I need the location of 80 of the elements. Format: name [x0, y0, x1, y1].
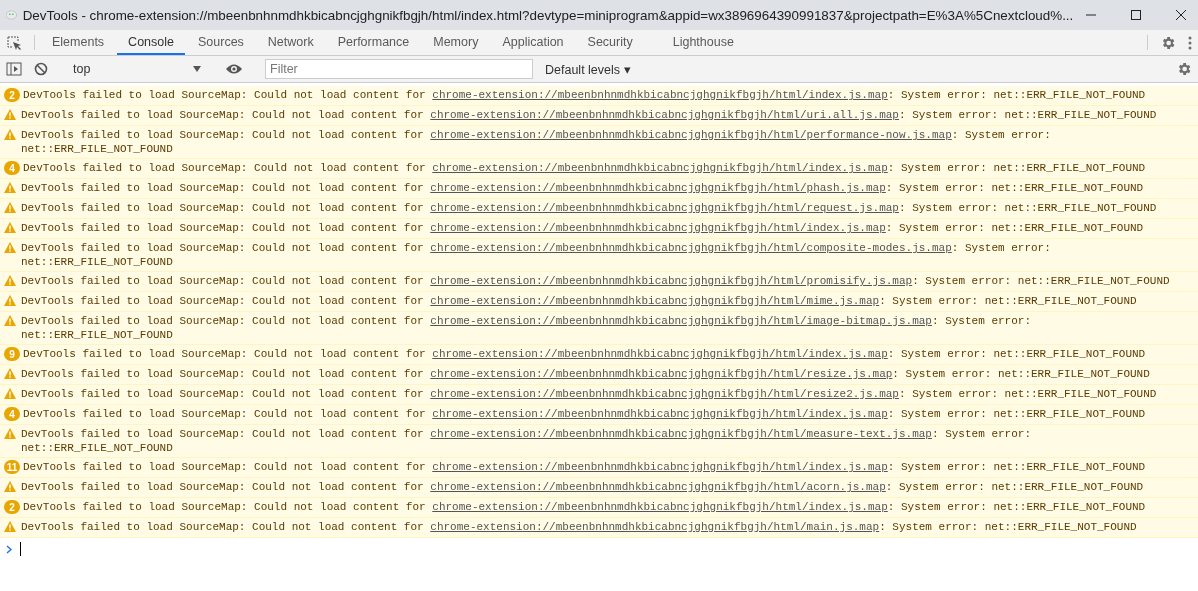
source-link[interactable]: chrome-extension://mbeenbnhnmdhkbicabncjghgnikfbgjh/html/composite-modes.js.map	[430, 242, 952, 254]
warning-icon	[4, 182, 16, 193]
prompt-icon	[6, 544, 12, 554]
message-text: DevTools failed to load SourceMap: Could not load content for chrome-extension://mbeenbnhnmdhkbicabncjghgnikfbgjh/html/main.js.map: System error: net::ERR_FILE_NOT_FOUND	[21, 520, 1137, 534]
repeat-count: 2	[4, 88, 20, 102]
message-text: DevTools failed to load SourceMap: Could not load content for chrome-extension://mbeenbnhnmdhkbicabncjghgnikfbgjh/html/index.js.map: System error: net::ERR_FILE_NOT_FOUND	[23, 500, 1146, 514]
message-text: DevTools failed to load SourceMap: Could not load content for chrome-extension://mbeenbnhnmdhkbicabncjghgnikfbgjh/html/index.js.map: System error: net::ERR_FILE_NOT_FOUND	[23, 161, 1146, 175]
message-text: DevTools failed to load SourceMap: Could not load content for chrome-extension://mbeenbnhnmdhkbicabncjghgnikfbgjh/html/index.js.map: System error: net::ERR_FILE_NOT_FOUND	[23, 460, 1146, 474]
message-text: DevTools failed to load SourceMap: Could not load content for chrome-extension://mbeenbnhnmdhkbicabncjghgnikfbgjh/html/request.js.map: System error: net::ERR_FILE_NOT_FOUND	[21, 201, 1157, 215]
panel-tab[interactable]: Sources	[187, 30, 255, 55]
source-link[interactable]: chrome-extension://mbeenbnhnmdhkbicabncjghgnikfbgjh/html/acorn.js.map	[430, 481, 886, 493]
app-icon	[6, 9, 17, 21]
warning-icon	[4, 368, 16, 379]
source-link[interactable]: chrome-extension://mbeenbnhnmdhkbicabncjghgnikfbgjh/html/mime.js.map	[430, 295, 880, 307]
repeat-count: 4	[4, 407, 20, 421]
repeat-count: 9	[4, 347, 20, 361]
message-text: DevTools failed to load SourceMap: Could not load content for chrome-extension://mbeenbnhnmdhkbicabncjghgnikfbgjh/html/resize2.js.map: System error: net::ERR_FILE_NOT_FOUND	[21, 387, 1157, 401]
warning-icon	[4, 275, 16, 286]
panel-tab[interactable]: Lighthouse	[661, 30, 745, 55]
source-link[interactable]: chrome-extension://mbeenbnhnmdhkbicabncjghgnikfbgjh/html/uri.all.js.map	[430, 109, 899, 121]
warning-icon	[4, 521, 16, 532]
warning-icon	[4, 242, 16, 253]
warning-icon	[4, 428, 16, 439]
close-icon[interactable]	[1174, 9, 1187, 21]
source-link[interactable]: chrome-extension://mbeenbnhnmdhkbicabncjghgnikfbgjh/html/image-bitmap.js.map	[430, 315, 932, 327]
source-link[interactable]: chrome-extension://mbeenbnhnmdhkbicabncjghgnikfbgjh/html/promisify.js.map	[430, 275, 913, 287]
source-link[interactable]: chrome-extension://mbeenbnhnmdhkbicabncjghgnikfbgjh/html/index.js.map	[432, 501, 888, 513]
message-text: DevTools failed to load SourceMap: Could not load content for chrome-extension://mbeenbnhnmdhkbicabncjghgnikfbgjh/html/phash.js.map: System error: net::ERR_FILE_NOT_FOUND	[21, 181, 1144, 195]
inspect-icon[interactable]	[6, 34, 22, 51]
source-link[interactable]: chrome-extension://mbeenbnhnmdhkbicabncjghgnikfbgjh/html/index.js.map	[432, 348, 888, 360]
warning-icon	[4, 202, 16, 213]
panel-tab[interactable]: Security	[576, 30, 644, 55]
warning-icon	[4, 222, 16, 233]
message-text: DevTools failed to load SourceMap: Could not load content for chrome-extension://mbeenbnhnmdhkbicabncjghgnikfbgjh/html/acorn.js.map: System error: net::ERR_FILE_NOT_FOUND	[21, 480, 1144, 494]
window-title: DevTools - chrome-extension://mbeenbnhnmdhkbicabncjghgnikfbgjh/html/index.html?devtype=miniprogram&appid=wx3896964390991837&projectpath=E%3A%5Cnextcloud%...	[22, 7, 1074, 23]
source-link[interactable]: chrome-extension://mbeenbnhnmdhkbicabncjghgnikfbgjh/html/index.js.map	[432, 408, 888, 420]
repeat-count: 2	[4, 500, 20, 514]
message-text: DevTools failed to load SourceMap: Could not load content for chrome-extension://mbeenbnhnmdhkbicabncjghgnikfbgjh/html/index.js.map: System error: net::ERR_FILE_NOT_FOUND	[21, 221, 1144, 235]
message-text: DevTools failed to load SourceMap: Could not load content for chrome-extension://mbeenbnhnmdhkbicabncjghgnikfbgjh/html/measure-text.js.map: System error: net::ERR_FILE_NOT_FOUND	[21, 427, 1032, 455]
repeat-count: 11	[4, 460, 20, 474]
message-text: DevTools failed to load SourceMap: Could not load content for chrome-extension://mbeenbnhnmdhkbicabncjghgnikfbgjh/html/index.js.map: System error: net::ERR_FILE_NOT_FOUND	[23, 407, 1146, 421]
source-link[interactable]: chrome-extension://mbeenbnhnmdhkbicabncjghgnikfbgjh/html/index.js.map	[430, 222, 886, 234]
source-link[interactable]: chrome-extension://mbeenbnhnmdhkbicabncjghgnikfbgjh/html/resize.js.map	[430, 368, 893, 380]
message-text: DevTools failed to load SourceMap: Could not load content for chrome-extension://mbeenbnhnmdhkbicabncjghgnikfbgjh/html/performance-now.js.map: System error: net::ERR_FILE_NOT_FOUND	[21, 128, 1052, 156]
warning-icon	[4, 388, 16, 399]
panel-tab[interactable]: Network	[256, 30, 325, 55]
settings-icon[interactable]	[1176, 61, 1192, 77]
message-text: DevTools failed to load SourceMap: Could not load content for chrome-extension://mbeenbnhnmdhkbicabncjghgnikfbgjh/html/mime.js.map: System error: net::ERR_FILE_NOT_FOUND	[21, 294, 1137, 308]
source-link[interactable]: chrome-extension://mbeenbnhnmdhkbicabncjghgnikfbgjh/html/main.js.map	[430, 521, 880, 533]
panel-tab[interactable]: Elements	[41, 30, 116, 55]
source-link[interactable]: chrome-extension://mbeenbnhnmdhkbicabncjghgnikfbgjh/html/performance-now.js.map	[430, 129, 952, 141]
warning-icon	[4, 129, 16, 140]
message-text: DevTools failed to load SourceMap: Could not load content for chrome-extension://mbeenbnhnmdhkbicabncjghgnikfbgjh/html/promisify.js.map: System error: net::ERR_FILE_NOT_FOUND	[21, 274, 1170, 288]
maximize-icon[interactable]	[1129, 9, 1142, 21]
warning-icon	[4, 315, 16, 326]
panel-tab[interactable]: Performance	[326, 30, 421, 55]
message-text: DevTools failed to load SourceMap: Could not load content for chrome-extension://mbeenbnhnmdhkbicabncjghgnikfbgjh/html/composite-modes.js.map: System error: net::ERR_FILE_NOT_FOUND	[21, 241, 1052, 269]
warning-icon	[4, 109, 16, 120]
source-link[interactable]: chrome-extension://mbeenbnhnmdhkbicabncjghgnikfbgjh/html/index.js.map	[432, 162, 888, 174]
warning-icon	[4, 481, 16, 492]
message-text: DevTools failed to load SourceMap: Could not load content for chrome-extension://mbeenbnhnmdhkbicabncjghgnikfbgjh/html/resize.js.map: System error: net::ERR_FILE_NOT_FOUND	[21, 367, 1150, 381]
filter-field[interactable]: Filter	[265, 59, 533, 79]
levels-dropdown[interactable]: Default levels ▾	[537, 61, 639, 77]
panel-tab[interactable]: Memory	[422, 30, 490, 55]
message-text: DevTools failed to load SourceMap: Could not load content for chrome-extension://mbeenbnhnmdhkbicabncjghgnikfbgjh/html/uri.all.js.map: System error: net::ERR_FILE_NOT_FOUND	[21, 108, 1157, 122]
source-link[interactable]: chrome-extension://mbeenbnhnmdhkbicabncjghgnikfbgjh/html/request.js.map	[430, 202, 899, 214]
source-link[interactable]: chrome-extension://mbeenbnhnmdhkbicabncjghgnikfbgjh/html/phash.js.map	[430, 182, 886, 194]
message-text: DevTools failed to load SourceMap: Could not load content for chrome-extension://mbeenbnhnmdhkbicabncjghgnikfbgjh/html/image-bitmap.js.map: System error: net::ERR_FILE_NOT_FOUND	[21, 314, 1032, 342]
settings-icon[interactable]	[1160, 34, 1176, 51]
source-link[interactable]: chrome-extension://mbeenbnhnmdhkbicabncjghgnikfbgjh/html/index.js.map	[432, 461, 888, 473]
source-link[interactable]: chrome-extension://mbeenbnhnmdhkbicabncjghgnikfbgjh/html/resize2.js.map	[430, 388, 899, 400]
source-link[interactable]: chrome-extension://mbeenbnhnmdhkbicabncjghgnikfbgjh/html/index.js.map	[432, 89, 888, 101]
source-link[interactable]: chrome-extension://mbeenbnhnmdhkbicabncjghgnikfbgjh/html/measure-text.js.map	[430, 428, 932, 440]
context-dropdown[interactable]: top	[67, 58, 207, 80]
caret-icon	[193, 66, 201, 72]
message-text: DevTools failed to load SourceMap: Could not load content for chrome-extension://mbeenbnhnmdhkbicabncjghgnikfbgjh/html/index.js.map: System error: net::ERR_FILE_NOT_FOUND	[23, 88, 1146, 102]
message-text: DevTools failed to load SourceMap: Could not load content for chrome-extension://mbeenbnhnmdhkbicabncjghgnikfbgjh/html/index.js.map: System error: net::ERR_FILE_NOT_FOUND	[23, 347, 1146, 361]
warning-icon	[4, 295, 16, 306]
panel-tab[interactable]: Application	[491, 30, 575, 55]
repeat-count: 4	[4, 161, 20, 175]
